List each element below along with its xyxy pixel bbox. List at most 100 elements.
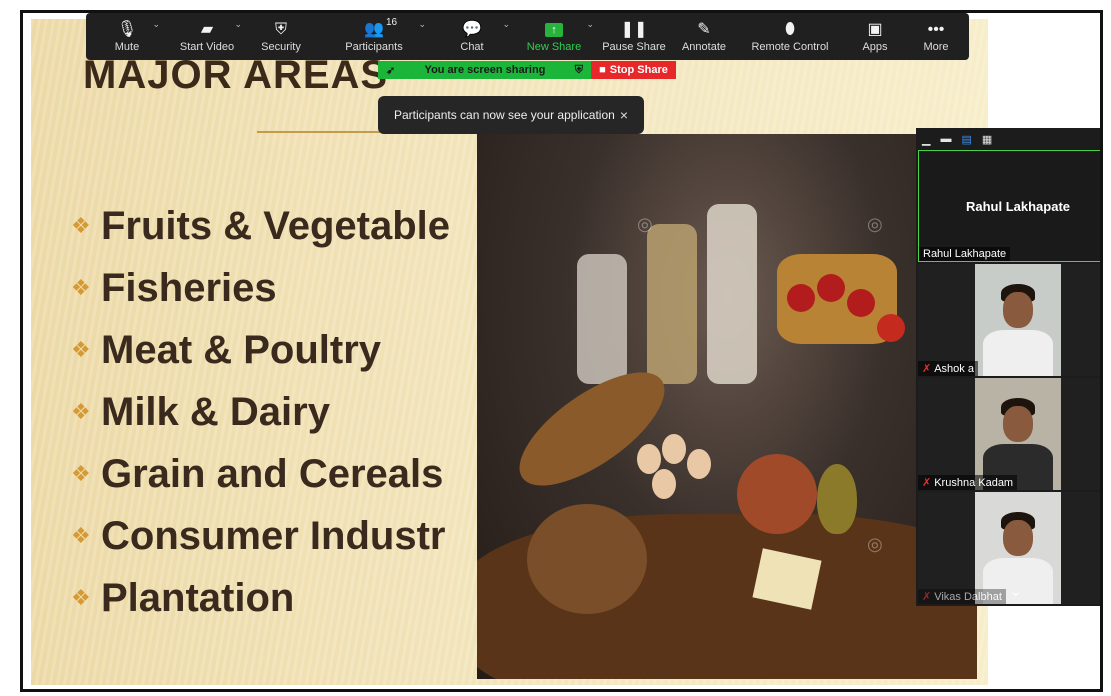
- muted-mic-icon: ✗: [922, 591, 932, 603]
- view-switcher: ▁ ▬ ▤ ▦: [916, 128, 1100, 150]
- gallery-view-icon[interactable]: ▦: [982, 133, 992, 146]
- participant-tile[interactable]: ✗ Ashok a: [918, 264, 1100, 376]
- bullet-text: Grain and Cereals: [101, 451, 444, 496]
- chevron-down-icon[interactable]: ⌄: [586, 19, 594, 30]
- chat-icon: 💬: [462, 21, 482, 38]
- new-share-label: New Share: [526, 41, 582, 53]
- microphone-icon: 🎙: [116, 21, 138, 38]
- chevron-down-icon[interactable]: ⌄: [234, 19, 242, 30]
- pause-icon: ❚❚: [620, 21, 648, 38]
- speaker-view-icon[interactable]: ▬: [940, 133, 951, 145]
- egg: [637, 444, 661, 474]
- chat-label: Chat: [460, 41, 484, 53]
- video-panel: ▁ ▬ ▤ ▦ Rahul Lakhapate Rahul Lakhapate …: [916, 128, 1100, 606]
- chevron-down-icon[interactable]: ⌄: [152, 19, 160, 30]
- security-label: Security: [261, 41, 301, 53]
- more-button[interactable]: ••• More: [906, 13, 966, 60]
- chevron-down-icon[interactable]: ⌄: [1010, 583, 1022, 600]
- watermark-icon: ◎: [637, 214, 653, 234]
- bullet-item: ❖ Plantation: [71, 567, 450, 629]
- annotate-button[interactable]: ✎ Annotate: [672, 13, 736, 60]
- video-off-icon: ▰: [200, 21, 214, 38]
- meeting-toolbar: 🎙 Mute ⌄ ▰ Start Video ⌄ ⛨ Security 👥 16…: [86, 13, 969, 60]
- glass-jar: [647, 224, 697, 384]
- mute-label: Mute: [114, 41, 140, 53]
- security-button[interactable]: ⛨ Security: [246, 13, 316, 60]
- arrow-icon: ➶: [386, 64, 396, 77]
- stop-icon: ■: [599, 64, 606, 76]
- pencil-icon: ✎: [697, 21, 711, 38]
- glass-jar: [707, 204, 757, 384]
- participants-button[interactable]: 👥 16 Participants ⌄: [316, 13, 432, 60]
- bullet-text: Meat & Poultry: [101, 327, 382, 372]
- start-video-label: Start Video: [179, 41, 235, 53]
- stop-share-button[interactable]: ■ Stop Share: [591, 61, 676, 79]
- shield-icon: ⛨: [574, 63, 583, 76]
- glass-jar: [577, 254, 627, 384]
- active-speaker-tile[interactable]: Rahul Lakhapate Rahul Lakhapate: [918, 150, 1100, 262]
- notification-toast: Participants can now see your applicatio…: [378, 96, 644, 134]
- participant-video: [975, 264, 1061, 376]
- diamond-bullet-icon: ❖: [71, 399, 91, 424]
- bullet-text: Consumer Industr: [101, 513, 446, 558]
- participant-name: Ashok a: [934, 363, 974, 375]
- participants-label: Participants: [345, 41, 403, 53]
- participant-tile[interactable]: ✗ Krushna Kadam: [918, 378, 1100, 490]
- stop-share-label: Stop Share: [609, 64, 668, 76]
- egg: [652, 469, 676, 499]
- diamond-bullet-icon: ❖: [71, 585, 91, 610]
- bullet-item: ❖ Fruits & Vegetable: [71, 195, 450, 257]
- pause-share-button[interactable]: ❚❚ Pause Share: [596, 13, 672, 60]
- diamond-bullet-icon: ❖: [71, 461, 91, 486]
- apple: [847, 289, 875, 317]
- diamond-bullet-icon: ❖: [71, 213, 91, 238]
- diamond-bullet-icon: ❖: [71, 523, 91, 548]
- mouse-icon: ⬮: [784, 21, 796, 38]
- diamond-bullet-icon: ❖: [71, 337, 91, 362]
- participant-name-tag: ✗ Vikas Dalbhat: [918, 589, 1006, 604]
- strip-view-icon[interactable]: ▤: [961, 133, 971, 146]
- participant-name: Vikas Dalbhat: [934, 591, 1002, 603]
- share-screen-icon: ↑: [545, 23, 563, 37]
- apple: [787, 284, 815, 312]
- toast-message: Participants can now see your applicatio…: [394, 108, 615, 122]
- more-icon: •••: [927, 21, 945, 38]
- bullet-list: ❖ Fruits & Vegetable ❖ Fisheries ❖ Meat & P…: [71, 195, 450, 629]
- remote-control-button[interactable]: ⬮ Remote Control: [736, 13, 844, 60]
- watermark-icon: ◎: [867, 214, 883, 234]
- chevron-down-icon[interactable]: ⌄: [502, 19, 510, 30]
- sharing-status: ➶ You are screen sharing ⛨: [378, 61, 591, 79]
- bullet-item: ❖ Fisheries: [71, 257, 450, 319]
- bullet-item: ❖ Milk & Dairy: [71, 381, 450, 443]
- bullet-item: ❖ Meat & Poultry: [71, 319, 450, 381]
- shirt: [983, 330, 1053, 376]
- face: [1003, 406, 1033, 442]
- clay-pot: [737, 454, 817, 534]
- minimize-view-icon[interactable]: ▁: [922, 133, 930, 146]
- new-share-button[interactable]: ↑ New Share ⌄: [512, 13, 596, 60]
- mute-button[interactable]: 🎙 Mute ⌄: [86, 13, 168, 60]
- start-video-button[interactable]: ▰ Start Video ⌄: [168, 13, 246, 60]
- bullet-text: Plantation: [101, 575, 295, 620]
- apple: [877, 314, 905, 342]
- face: [1003, 292, 1033, 328]
- chat-button[interactable]: 💬 Chat ⌄: [432, 13, 512, 60]
- muted-mic-icon: ✗: [922, 363, 932, 375]
- more-label: More: [923, 41, 949, 53]
- egg: [662, 434, 686, 464]
- apps-button[interactable]: ▣ Apps: [844, 13, 906, 60]
- close-icon[interactable]: ×: [620, 107, 628, 123]
- face: [1003, 520, 1033, 556]
- apps-icon: ▣: [867, 21, 883, 38]
- pause-share-label: Pause Share: [602, 41, 666, 53]
- chevron-down-icon[interactable]: ⌄: [418, 19, 426, 30]
- shield-icon: ⛨: [274, 21, 287, 38]
- participant-name: Krushna Kadam: [934, 477, 1014, 489]
- sharing-status-text: You are screen sharing: [424, 64, 546, 76]
- watermark-icon: ◎: [867, 534, 883, 554]
- food-photo: ◎ ◎ ◎: [477, 134, 977, 679]
- bullet-text: Fisheries: [101, 265, 277, 310]
- diamond-bullet-icon: ❖: [71, 275, 91, 300]
- remote-control-label: Remote Control: [751, 41, 829, 53]
- apple: [817, 274, 845, 302]
